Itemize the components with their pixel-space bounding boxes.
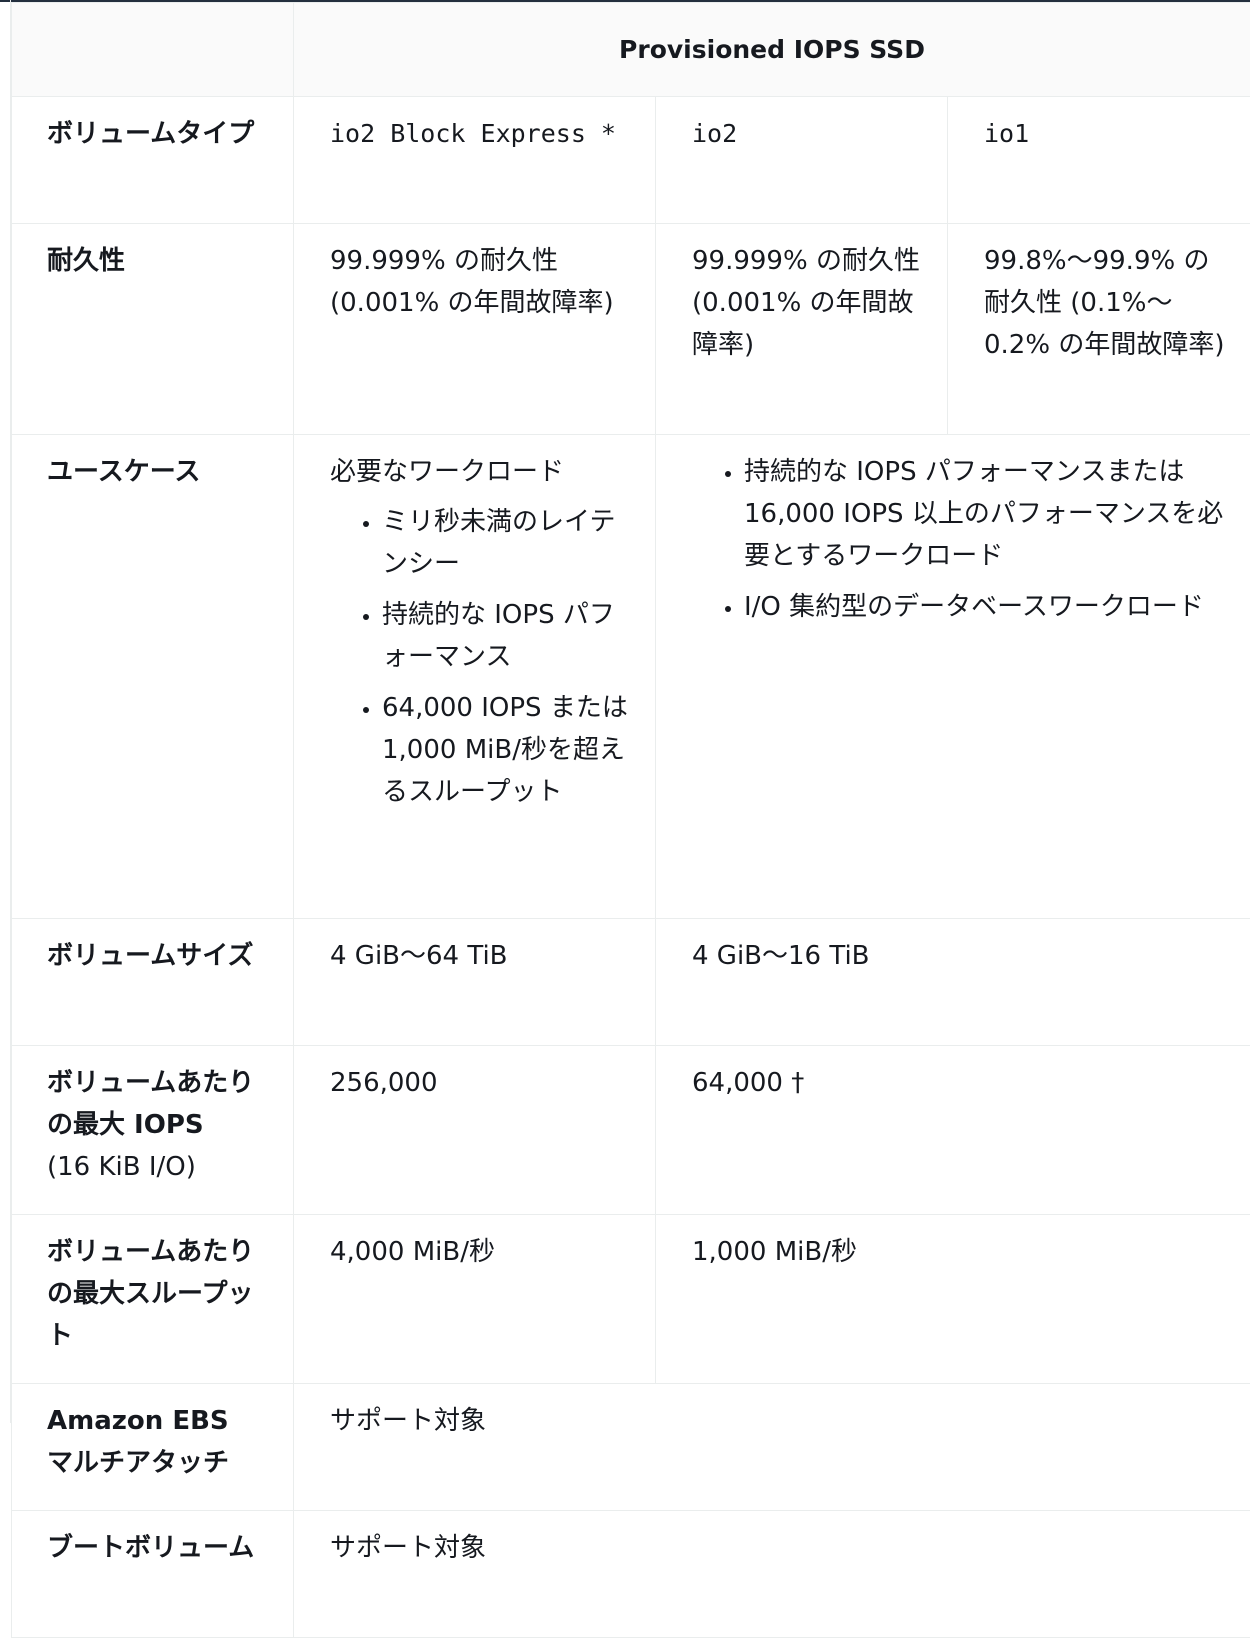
row-label-use-cases: ユースケース	[12, 435, 294, 919]
row-label-volume-size: ボリュームサイズ	[12, 919, 294, 1046]
use-cases-io2-io1: 持続的な IOPS パフォーマンスまたは 16,000 IOPS 以上のパフォー…	[656, 435, 1250, 919]
table-row-volume-type: ボリュームタイプ io2 Block Express * io2 io1	[12, 97, 1250, 224]
table-row-durability: 耐久性 99.999% の耐久性 (0.001% の年間故障率) 99.999%…	[12, 224, 1250, 435]
cell-io2-type: io2	[656, 97, 948, 224]
row-label-boot-volume: ブートボリューム	[12, 1511, 294, 1638]
list-item: I/O 集約型のデータベースワークロード	[744, 586, 1230, 628]
volume-type-io1: io1	[984, 119, 1029, 148]
header-corner-cell	[12, 3, 294, 97]
table-row-boot-volume: ブートボリューム サポート対象	[12, 1511, 1250, 1638]
multi-attach-value: サポート対象	[294, 1384, 1250, 1511]
use-cases-lead: 必要なワークロード	[330, 451, 635, 493]
table-row-max-throughput: ボリュームあたりの最大スループット 4,000 MiB/秒 1,000 MiB/…	[12, 1215, 1250, 1384]
list-item: ミリ秒未満のレイテンシー	[382, 501, 635, 585]
durability-io1: 99.8%～99.9% の耐久性 (0.1%～0.2% の年間故障率)	[948, 224, 1250, 435]
max-iops-io2-io1: 64,000 †	[656, 1046, 1250, 1215]
row-label-max-iops-text: ボリュームあたりの最大 IOPS	[47, 1068, 254, 1140]
list-item: 持続的な IOPS パフォーマンスまたは 16,000 IOPS 以上のパフォー…	[744, 451, 1230, 577]
max-iops-io2-block-express: 256,000	[294, 1046, 656, 1215]
table-header-row: Provisioned IOPS SSD	[12, 3, 1250, 97]
table-row-use-cases: ユースケース 必要なワークロード ミリ秒未満のレイテンシー 持続的な IOPS …	[12, 435, 1250, 919]
cell-io2-block-express-type: io2 Block Express *	[294, 97, 656, 224]
table-row-max-iops: ボリュームあたりの最大 IOPS (16 KiB I/O) 256,000 64…	[12, 1046, 1250, 1215]
header-provisioned-iops-ssd: Provisioned IOPS SSD	[294, 3, 1250, 97]
volume-size-io2-io1: 4 GiB～16 TiB	[656, 919, 1250, 1046]
row-label-multi-attach: Amazon EBS マルチアタッチ	[12, 1384, 294, 1511]
table-row-multi-attach: Amazon EBS マルチアタッチ サポート対象	[12, 1384, 1250, 1511]
max-throughput-io2-io1: 1,000 MiB/秒	[656, 1215, 1250, 1384]
durability-io2: 99.999% の耐久性 (0.001% の年間故障率)	[656, 224, 948, 435]
boot-volume-value: サポート対象	[294, 1511, 1250, 1638]
row-label-durability: 耐久性	[12, 224, 294, 435]
cell-io1-type: io1	[948, 97, 1250, 224]
row-label-volume-type: ボリュームタイプ	[12, 97, 294, 224]
row-label-max-throughput: ボリュームあたりの最大スループット	[12, 1215, 294, 1384]
row-label-max-iops: ボリュームあたりの最大 IOPS (16 KiB I/O)	[12, 1046, 294, 1215]
durability-io2-block-express: 99.999% の耐久性 (0.001% の年間故障率)	[294, 224, 656, 435]
table-row-volume-size: ボリュームサイズ 4 GiB～64 TiB 4 GiB～16 TiB	[12, 919, 1250, 1046]
volume-type-io2-block-express: io2 Block Express *	[330, 119, 616, 148]
ebs-volume-comparison-table: Provisioned IOPS SSD ボリュームタイプ io2 Block …	[11, 2, 1250, 1638]
list-item: 64,000 IOPS または 1,000 MiB/秒を超えるスループット	[382, 687, 635, 813]
use-cases-list-io2-io1: 持続的な IOPS パフォーマンスまたは 16,000 IOPS 以上のパフォー…	[692, 451, 1230, 628]
use-cases-list-io2-block-express: ミリ秒未満のレイテンシー 持続的な IOPS パフォーマンス 64,000 IO…	[330, 501, 635, 813]
max-throughput-io2-block-express: 4,000 MiB/秒	[294, 1215, 656, 1384]
volume-type-io2: io2	[692, 119, 737, 148]
volume-size-io2-block-express: 4 GiB～64 TiB	[294, 919, 656, 1046]
use-cases-io2-block-express: 必要なワークロード ミリ秒未満のレイテンシー 持続的な IOPS パフォーマンス…	[294, 435, 656, 919]
row-label-max-iops-sub: (16 KiB I/O)	[47, 1146, 263, 1188]
list-item: 持続的な IOPS パフォーマンス	[382, 594, 635, 678]
